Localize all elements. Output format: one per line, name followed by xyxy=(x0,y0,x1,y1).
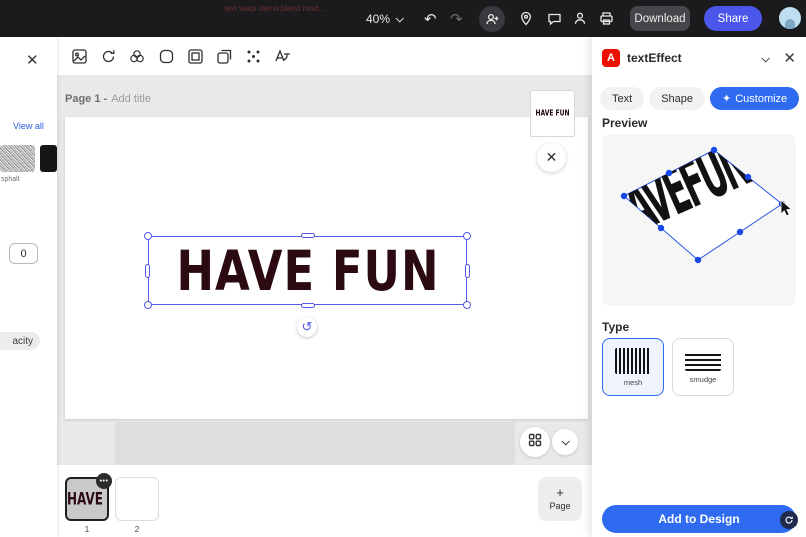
resize-handle-e[interactable] xyxy=(465,264,470,278)
panel-header: A textEffect ✕ xyxy=(592,37,806,79)
type-card-mesh[interactable]: mesh xyxy=(602,338,664,396)
tab-shape[interactable]: Shape xyxy=(649,87,705,110)
sparkle-icon: ✦ xyxy=(722,92,731,105)
addon-logo-icon: A xyxy=(602,49,620,67)
grid-view-button[interactable] xyxy=(520,427,550,457)
person-add-icon xyxy=(485,12,500,27)
printer-icon xyxy=(599,11,614,26)
workspace: Page 1 -Add title HAVE FUN ↺ HAVE FUN ✕ xyxy=(57,37,592,537)
page-1-thumbnail[interactable]: HAVE FUN ••• xyxy=(65,477,109,521)
value-stepper[interactable]: 0 xyxy=(9,243,38,264)
translate-icon[interactable] xyxy=(273,47,291,65)
context-toolbar xyxy=(57,37,592,75)
collapse-panel-button[interactable] xyxy=(762,49,768,67)
page-number-label: Page 1 - xyxy=(65,93,107,105)
refresh-badge-icon xyxy=(784,515,794,525)
effects-icon[interactable] xyxy=(128,47,146,65)
panel-title: textEffect xyxy=(627,51,755,65)
texture-thumbnail[interactable] xyxy=(0,145,35,172)
plus-icon: + xyxy=(556,487,564,499)
insert-media-icon[interactable] xyxy=(70,47,88,65)
add-to-design-button[interactable]: Add to Design xyxy=(602,505,796,533)
print-button[interactable] xyxy=(593,0,619,37)
chevron-down-icon xyxy=(395,14,403,22)
resize-handle-nw[interactable] xyxy=(144,232,152,240)
collapse-pages-button[interactable] xyxy=(552,429,578,455)
comment-button[interactable] xyxy=(541,0,567,37)
selection-box[interactable] xyxy=(148,236,467,305)
redo-button[interactable]: ↷ xyxy=(450,0,463,37)
effect-preview[interactable]: HAVEFUN xyxy=(602,134,796,306)
arrange-icon[interactable] xyxy=(244,47,262,65)
chevron-down-icon xyxy=(561,437,569,445)
top-bar: text warp demo blend mod... 40% ↶ ↷ xyxy=(0,0,806,37)
document-title: text warp demo blend mod... xyxy=(224,4,325,13)
account-avatar[interactable] xyxy=(779,7,801,29)
dismiss-preview-button[interactable]: ✕ xyxy=(537,143,566,172)
app-window: text warp demo blend mod... 40% ↶ ↷ xyxy=(0,0,806,537)
add-page-button[interactable]: + Page xyxy=(538,477,582,521)
page-heading: Page 1 - Add title xyxy=(65,93,151,105)
effect-type-cards: mesh smudge xyxy=(602,338,734,396)
page-strip: HAVE FUN ••• 1 2 + Page xyxy=(57,465,592,537)
resize-handle-n[interactable] xyxy=(301,233,315,238)
cursor-icon xyxy=(781,200,791,216)
texture-label: sphalt xyxy=(1,176,20,183)
type-heading: Type xyxy=(602,320,629,334)
pin-icon xyxy=(519,11,533,26)
page-1-number: 1 xyxy=(65,524,109,534)
history-button[interactable] xyxy=(567,0,593,37)
left-panel-partial: ✕ View all sphalt 0 acity xyxy=(0,37,57,537)
mesh-type-icon xyxy=(615,348,651,374)
tab-text[interactable]: Text xyxy=(600,87,644,110)
add-title-placeholder[interactable]: Add title xyxy=(111,93,151,105)
zoom-value: 40% xyxy=(366,12,390,26)
resize-handle-s[interactable] xyxy=(301,303,315,308)
texture-thumbnail[interactable] xyxy=(40,145,57,172)
close-panel-button[interactable]: ✕ xyxy=(783,49,796,67)
ideas-button[interactable] xyxy=(513,0,539,37)
view-all-link[interactable]: View all xyxy=(13,121,44,131)
avatar-figure-icon xyxy=(785,19,795,29)
effect-mini-preview: HAVE FUN xyxy=(530,90,575,137)
resize-handle-ne[interactable] xyxy=(463,232,471,240)
zoom-dropdown[interactable]: 40% xyxy=(366,0,402,37)
duplicate-icon[interactable] xyxy=(215,47,233,65)
mini-preview-text: HAVE FUN xyxy=(535,109,569,118)
add-page-label: Page xyxy=(549,501,570,511)
download-button[interactable]: Download xyxy=(630,6,690,31)
tab-customize[interactable]: ✦ Customize xyxy=(710,87,799,110)
accessibility-badge[interactable] xyxy=(780,511,798,529)
grid-icon xyxy=(528,433,542,452)
resize-handle-sw[interactable] xyxy=(144,301,152,309)
comment-icon xyxy=(547,11,562,26)
resize-handle-se[interactable] xyxy=(463,301,471,309)
preview-heading: Preview xyxy=(602,116,647,130)
texteffect-panel: A textEffect ✕ Text Shape ✦ Customize Pr… xyxy=(592,37,806,537)
page-2-number: 2 xyxy=(115,524,159,534)
mask-icon[interactable] xyxy=(157,47,175,65)
mesh-type-label: mesh xyxy=(624,378,642,387)
refresh-icon[interactable] xyxy=(99,47,117,65)
chevron-down-icon xyxy=(762,54,770,62)
smudge-type-label: smudge xyxy=(690,375,717,384)
next-page-peek xyxy=(115,422,515,465)
panel-tabs: Text Shape ✦ Customize xyxy=(600,87,799,110)
person-icon xyxy=(573,11,587,26)
undo-button[interactable]: ↶ xyxy=(424,0,437,37)
resize-handle-w[interactable] xyxy=(145,264,150,278)
share-button[interactable]: Share xyxy=(704,6,762,31)
smudge-type-icon xyxy=(685,351,721,371)
page-2-thumbnail[interactable] xyxy=(115,477,159,521)
add-collaborator-button[interactable] xyxy=(479,6,505,32)
canvas-area: Page 1 -Add title HAVE FUN ↺ HAVE FUN ✕ xyxy=(57,75,592,465)
page-more-button[interactable]: ••• xyxy=(96,473,112,489)
opacity-label: acity xyxy=(0,332,40,350)
type-card-smudge[interactable]: smudge xyxy=(672,338,734,396)
rotate-handle[interactable]: ↺ xyxy=(297,317,317,337)
tab-customize-label: Customize xyxy=(735,93,787,105)
frame-icon[interactable] xyxy=(186,47,204,65)
close-icon[interactable]: ✕ xyxy=(26,51,39,69)
